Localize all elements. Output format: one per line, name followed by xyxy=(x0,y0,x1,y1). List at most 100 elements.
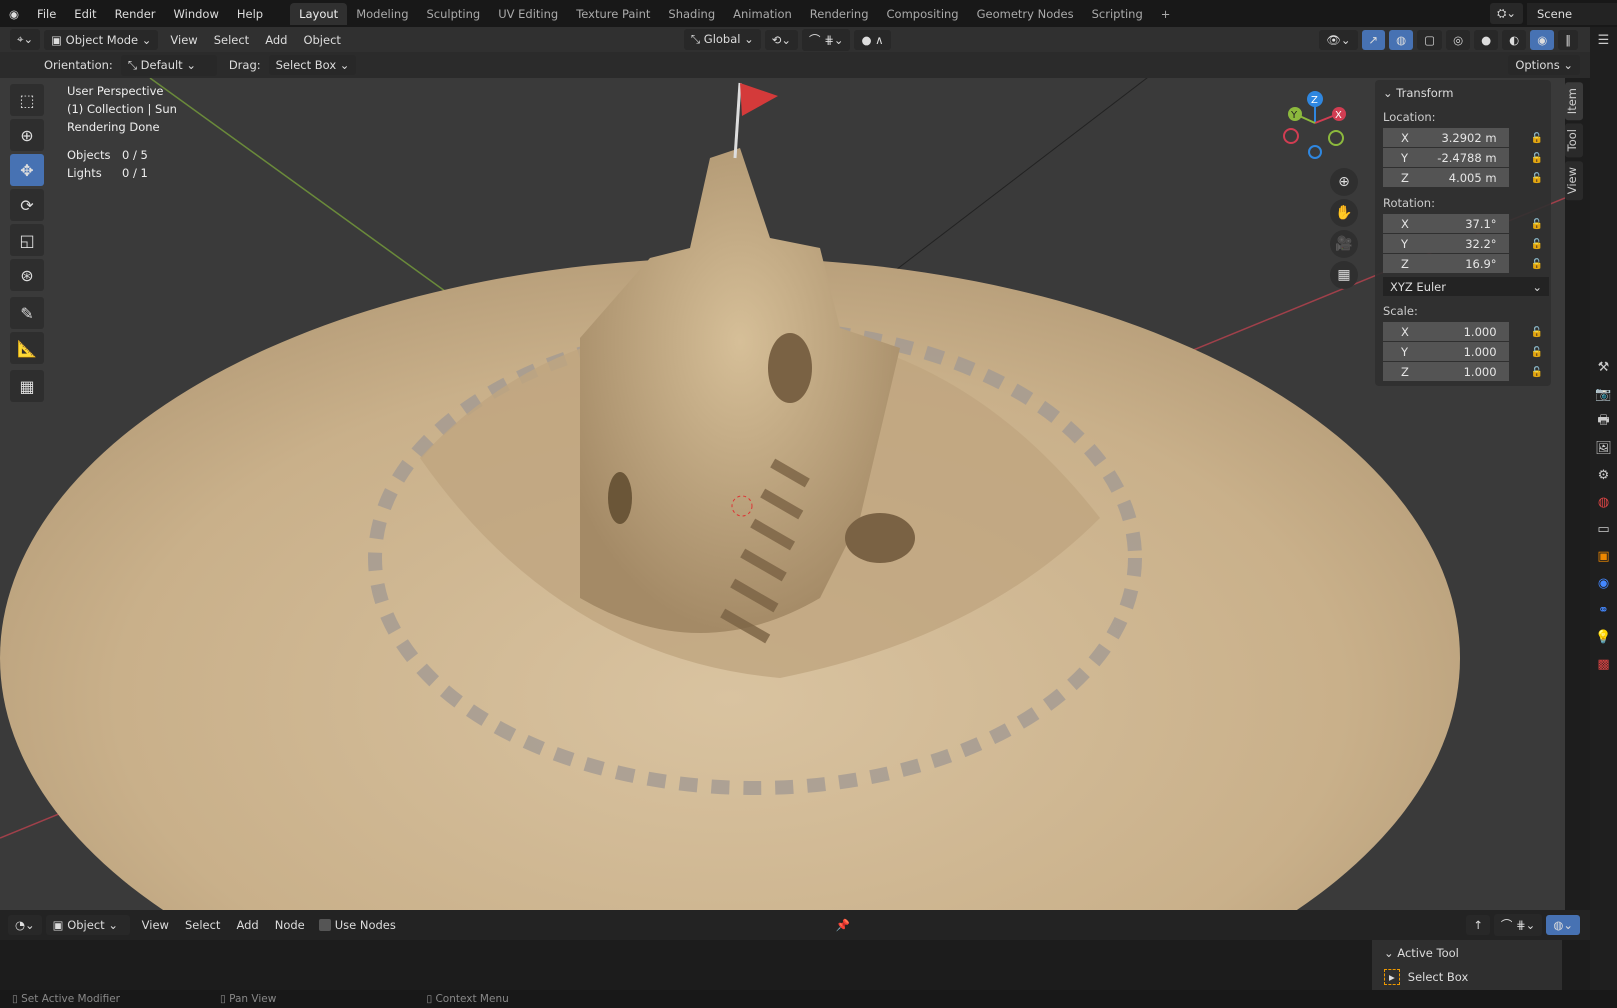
cursor-tool-icon[interactable]: ⊕ xyxy=(10,119,44,151)
orientation-dropdown[interactable]: ⤡ Default ⌄ xyxy=(120,54,217,76)
menu-file[interactable]: File xyxy=(28,7,65,21)
snap-node-icon[interactable]: ⌒ ⋕⌄ xyxy=(1493,914,1543,936)
lock-icon[interactable]: 🔓 xyxy=(1531,367,1543,378)
tab-scripting[interactable]: Scripting xyxy=(1083,3,1152,25)
rotation-x-field[interactable]: X 37.1° xyxy=(1383,214,1509,233)
world-properties-icon[interactable]: ◍ xyxy=(1590,489,1617,516)
lock-icon[interactable]: 🔓 xyxy=(1531,153,1543,164)
options-dropdown[interactable]: Options ⌄ xyxy=(1508,55,1580,75)
lock-icon[interactable]: 🔓 xyxy=(1531,259,1543,270)
location-z-field[interactable]: Z 4.005 m xyxy=(1383,168,1509,187)
camera-view-icon[interactable]: 🎥 xyxy=(1330,230,1358,258)
proportional-edit-icon[interactable]: ● ∧ xyxy=(854,29,891,50)
outliner-icon[interactable]: ☰ xyxy=(1590,27,1617,54)
scale-tool-icon[interactable]: ◱ xyxy=(10,224,44,256)
tab-texture-paint[interactable]: Texture Paint xyxy=(567,3,659,25)
menu-window[interactable]: Window xyxy=(165,7,228,21)
menu-help[interactable]: Help xyxy=(228,7,272,21)
scene-properties-icon[interactable]: ⚙ xyxy=(1590,462,1617,489)
navigation-gizmo[interactable]: Z X Y xyxy=(1280,88,1350,163)
measure-tool-icon[interactable]: 📐 xyxy=(10,332,44,364)
tab-shading[interactable]: Shading xyxy=(659,3,724,25)
sidebar-tab-tool[interactable]: Tool xyxy=(1565,123,1583,158)
physics-icon[interactable]: ◉ xyxy=(1590,570,1617,597)
node-menu-node[interactable]: Node xyxy=(267,918,313,932)
gizmo-toggle-icon[interactable]: ↗ xyxy=(1361,29,1386,50)
menu-add[interactable]: Add xyxy=(257,33,295,47)
location-y-field[interactable]: Y -2.4788 m xyxy=(1383,148,1509,167)
tab-geometry-nodes[interactable]: Geometry Nodes xyxy=(968,3,1083,25)
tab-compositing[interactable]: Compositing xyxy=(878,3,968,25)
scene-selector-icon[interactable]: ⛭⌄ xyxy=(1490,3,1523,24)
menu-render[interactable]: Render xyxy=(106,7,165,21)
output-properties-icon[interactable]: 🖶 xyxy=(1590,408,1617,435)
blender-logo-icon[interactable]: ◉ xyxy=(0,7,28,21)
transform-tool-icon[interactable]: ⊛ xyxy=(10,259,44,291)
node-menu-view[interactable]: View xyxy=(134,918,177,932)
scale-x-field[interactable]: X 1.000 xyxy=(1383,322,1509,341)
shading-wireframe-icon[interactable]: ◎ xyxy=(1446,29,1471,50)
drag-dropdown[interactable]: Select Box ⌄ xyxy=(268,55,357,75)
menu-view[interactable]: View xyxy=(162,33,205,47)
node-menu-add[interactable]: Add xyxy=(228,918,266,932)
scale-y-field[interactable]: Y 1.000 xyxy=(1383,342,1509,361)
3d-viewport[interactable]: ⬚ ⊕ ✥ ⟳ ◱ ⊛ ✎ 📐 ▦ User Perspective (1) C… xyxy=(0,78,1565,910)
snap-icon[interactable]: ⌒ ⋕⌄ xyxy=(802,28,851,51)
rotate-tool-icon[interactable]: ⟳ xyxy=(10,189,44,221)
add-cube-tool-icon[interactable]: ▦ xyxy=(10,370,44,402)
overlay-toggle-icon[interactable]: ◍ xyxy=(1389,29,1414,50)
pause-render-icon[interactable]: ‖ xyxy=(1558,29,1578,50)
tab-animation[interactable]: Animation xyxy=(724,3,801,25)
node-menu-select[interactable]: Select xyxy=(177,918,228,932)
lock-icon[interactable]: 🔓 xyxy=(1531,219,1543,230)
menu-select[interactable]: Select xyxy=(206,33,257,47)
collection-properties-icon[interactable]: ▭ xyxy=(1590,516,1617,543)
use-nodes-checkbox[interactable] xyxy=(318,919,331,931)
rotation-z-field[interactable]: Z 16.9° xyxy=(1383,254,1509,273)
editor-type-icon[interactable]: ⌖⌄ xyxy=(10,29,41,50)
sidebar-tab-item[interactable]: Item xyxy=(1565,82,1583,121)
sidebar-tab-view[interactable]: View xyxy=(1565,160,1583,200)
transform-orientation[interactable]: ⤡ Global ⌄ xyxy=(683,29,761,50)
location-x-field[interactable]: X 3.2902 m xyxy=(1383,128,1509,147)
editor-type-icon[interactable]: ◔⌄ xyxy=(8,915,42,935)
overlay-node-icon[interactable]: ◍⌄ xyxy=(1546,915,1580,935)
menu-edit[interactable]: Edit xyxy=(65,7,105,21)
pin-icon[interactable]: 📌 xyxy=(836,918,850,932)
lock-icon[interactable]: 🔓 xyxy=(1531,173,1543,184)
tab-sculpting[interactable]: Sculpting xyxy=(418,3,490,25)
transform-header[interactable]: ⌄ Transform xyxy=(1383,86,1543,100)
lock-icon[interactable]: 🔓 xyxy=(1531,347,1543,358)
node-editor-canvas[interactable]: ⌄ Active Tool ▸ Select Box xyxy=(0,940,1590,990)
lock-icon[interactable]: 🔓 xyxy=(1531,239,1543,250)
annotate-tool-icon[interactable]: ✎ xyxy=(10,297,44,329)
menu-object[interactable]: Object xyxy=(295,33,348,47)
rotation-mode-dropdown[interactable]: XYZ Euler ⌄ xyxy=(1383,277,1549,296)
lock-icon[interactable]: 🔓 xyxy=(1531,327,1543,338)
lock-icon[interactable]: 🔓 xyxy=(1531,133,1543,144)
move-tool-icon[interactable]: ✥ xyxy=(10,154,44,186)
tab-uv-editing[interactable]: UV Editing xyxy=(489,3,567,25)
rotation-y-field[interactable]: Y 32.2° xyxy=(1383,234,1509,253)
shading-material-icon[interactable]: ◐ xyxy=(1502,29,1527,50)
tab-modeling[interactable]: Modeling xyxy=(347,3,417,25)
xray-icon[interactable]: ▢ xyxy=(1417,29,1443,50)
zoom-icon[interactable]: ⊕ xyxy=(1330,168,1358,196)
tool-properties-icon[interactable]: ⚒ xyxy=(1590,354,1617,381)
pan-hand-icon[interactable]: ✋ xyxy=(1330,199,1358,227)
visibility-icon[interactable]: 👁⌄ xyxy=(1319,29,1358,50)
view-layer-icon[interactable]: 🖼 xyxy=(1590,435,1617,462)
ortho-grid-icon[interactable]: ▦ xyxy=(1330,261,1358,289)
render-properties-icon[interactable]: 📷 xyxy=(1590,381,1617,408)
object-properties-icon[interactable]: ▣ xyxy=(1590,543,1617,570)
object-data-icon[interactable]: 💡 xyxy=(1590,624,1617,651)
mode-selector[interactable]: ▣ Object Mode ⌄ xyxy=(44,29,159,50)
add-workspace-icon[interactable]: + xyxy=(1152,3,1180,25)
pivot-icon[interactable]: ⟲⌄ xyxy=(764,29,799,50)
shading-solid-icon[interactable]: ● xyxy=(1474,29,1499,50)
select-box-tool-icon[interactable]: ⬚ xyxy=(10,84,44,116)
scale-z-field[interactable]: Z 1.000 xyxy=(1383,362,1509,381)
shader-type-dropdown[interactable]: ▣ Object ⌄ xyxy=(45,915,130,935)
constraints-icon[interactable]: ⚭ xyxy=(1590,597,1617,624)
tab-rendering[interactable]: Rendering xyxy=(801,3,878,25)
